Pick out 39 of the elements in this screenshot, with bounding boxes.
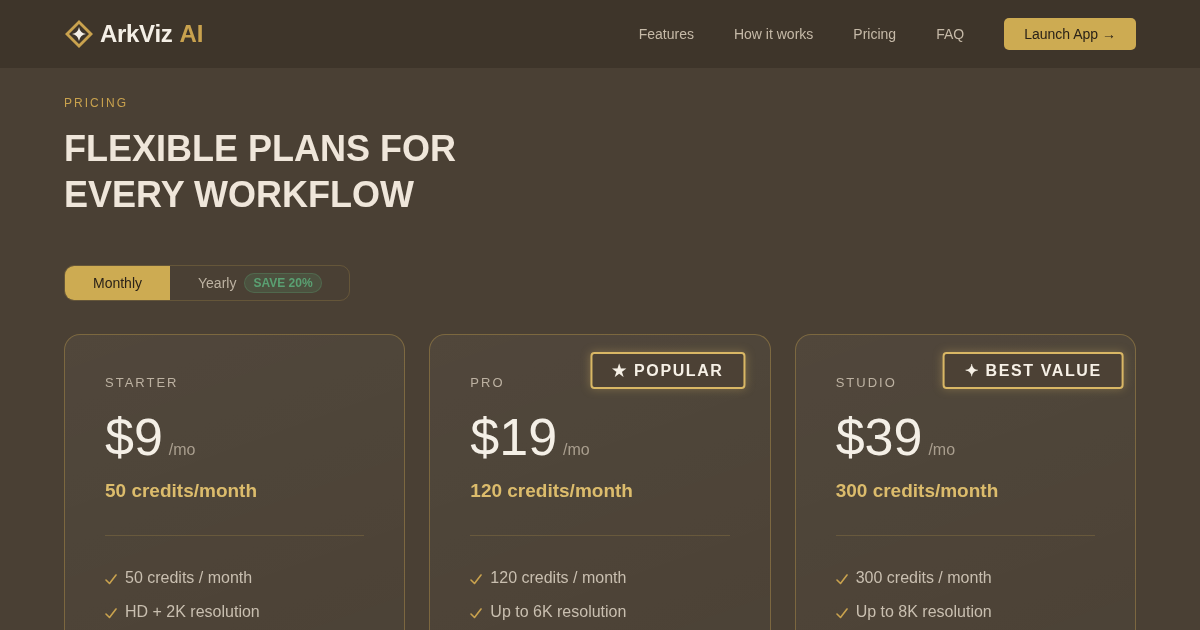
brand-suffix: AI	[179, 20, 204, 48]
check-icon	[470, 574, 483, 585]
billing-option[interactable]: Monthly	[65, 266, 171, 300]
price-period: /mo	[928, 441, 956, 459]
brand-name: ArkViz	[100, 20, 173, 48]
feature-text: 50 credits / month	[125, 569, 253, 587]
billing-option[interactable]: Yearly SAVE 20%	[170, 266, 349, 300]
nav-link[interactable]: Features	[638, 26, 694, 42]
plan-name: STUDIO	[835, 375, 897, 391]
check-icon	[835, 608, 848, 619]
check-icon	[470, 608, 483, 619]
feature-text: 120 credits / month	[490, 569, 627, 587]
plan-credits: 120 credits/month	[470, 479, 633, 503]
plan-credits: 50 credits/month	[105, 479, 258, 503]
check-icon	[835, 574, 848, 585]
nav-link[interactable]: Pricing	[853, 26, 897, 42]
nav-link[interactable]: FAQ	[936, 26, 965, 42]
page-heading: FLEXIBLE PLANS FOR EVERY WORKFLOW	[64, 127, 457, 217]
feature-text: 300 credits / month	[855, 569, 992, 587]
save-badge: SAVE 20%	[244, 273, 322, 293]
price-period: /mo	[168, 441, 196, 459]
feature-text: Up to 8K resolution	[855, 603, 992, 621]
plan-badge: ★ POPULAR	[590, 352, 746, 389]
plan-price: $9	[105, 407, 163, 467]
plan-credits: 300 credits/month	[835, 479, 999, 503]
feature-text: HD + 2K resolution	[125, 603, 260, 621]
plan-name: PRO	[470, 375, 505, 391]
section-eyebrow: PRICING	[64, 96, 128, 110]
check-icon	[105, 574, 117, 585]
diamond-star-logo-icon	[64, 19, 94, 49]
check-icon	[105, 608, 117, 619]
plan-badge: ✦ BEST VALUE	[942, 352, 1124, 389]
nav-link[interactable]: How it works	[733, 26, 814, 42]
plan-price: $19	[470, 407, 558, 467]
plan-name: STARTER	[105, 375, 179, 391]
launch-app-button[interactable]: Launch App →	[1004, 18, 1136, 50]
price-period: /mo	[563, 441, 590, 459]
feature-text: Up to 6K resolution	[490, 603, 627, 621]
plan-price: $39	[835, 407, 923, 467]
